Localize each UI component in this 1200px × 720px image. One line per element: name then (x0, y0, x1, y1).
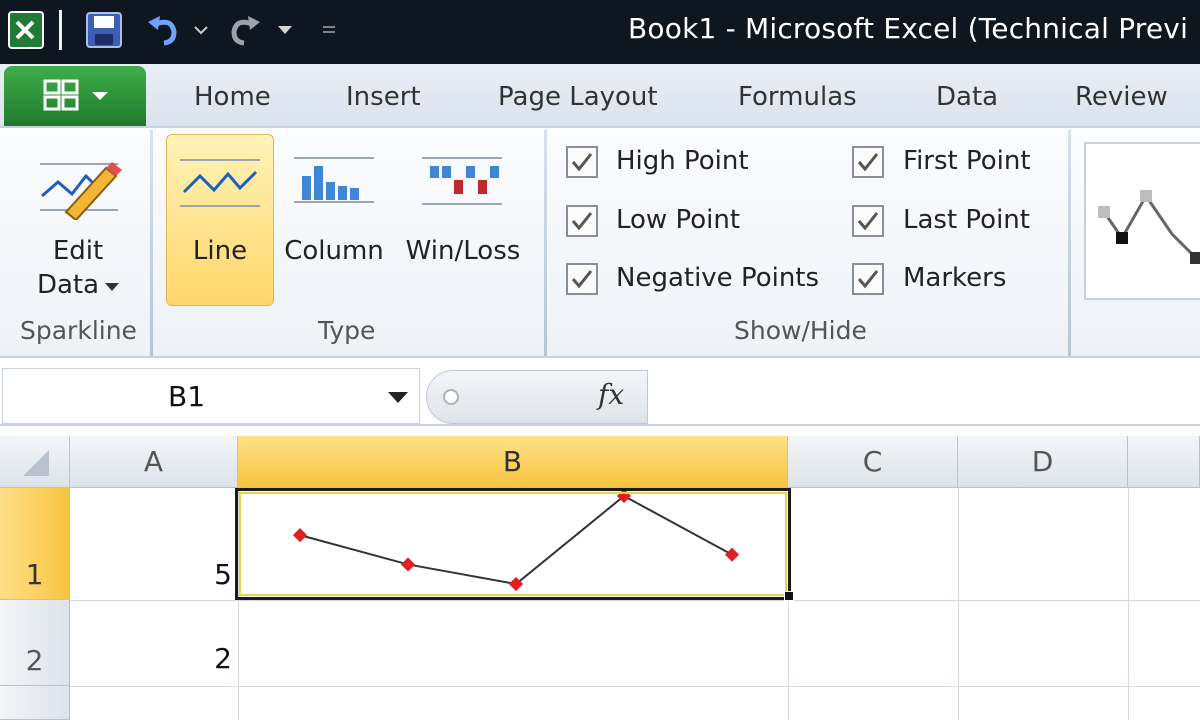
excel-logo-icon[interactable] (6, 8, 46, 52)
column-type-label: Column (284, 236, 384, 266)
customize-icon[interactable] (318, 8, 340, 52)
edit-data-label-2: Data (36, 270, 100, 300)
checkmark-icon (857, 212, 879, 231)
fill-handle[interactable] (784, 591, 794, 601)
row-header-1[interactable]: 1 (0, 488, 70, 600)
last-point-label: Last Point (903, 205, 1030, 235)
negative-points-label: Negative Points (616, 263, 820, 293)
cell-a2[interactable]: 2 (70, 642, 232, 675)
column-header-a[interactable]: A (70, 436, 238, 488)
grid-row-line (70, 600, 1200, 601)
edit-data-label-1: Edit (52, 236, 104, 266)
checkmark-icon (571, 212, 593, 231)
save-icon[interactable] (82, 8, 126, 52)
low-point-label: Low Point (616, 205, 741, 235)
group-separator (1068, 130, 1071, 356)
group-label-type: Type (318, 316, 376, 345)
expand-handle-icon[interactable] (441, 385, 461, 409)
sparkline-style-gallery[interactable] (1084, 142, 1200, 300)
row-header-2[interactable]: 2 (0, 600, 70, 686)
last-point-checkbox[interactable] (852, 205, 884, 237)
undo-icon[interactable] (142, 8, 186, 52)
row-header-3[interactable] (0, 686, 70, 720)
group-separator (150, 130, 153, 356)
undo-dropdown-icon[interactable] (190, 8, 212, 52)
high-point-label: High Point (616, 146, 749, 176)
grid-row-line (70, 686, 1200, 687)
chevron-down-icon (92, 92, 108, 100)
tab-insert[interactable]: Insert (346, 82, 421, 112)
first-point-label: First Point (903, 146, 1031, 176)
winloss-sparkline-icon (422, 157, 502, 205)
column-header-b[interactable]: B (238, 436, 788, 488)
chevron-down-icon (105, 283, 119, 291)
checkmark-icon (857, 153, 879, 172)
winloss-type-label: Win/Loss (405, 236, 521, 266)
group-label-showhide: Show/Hide (734, 316, 867, 345)
negative-points-checkbox[interactable] (566, 263, 598, 295)
grid-column-line (1128, 488, 1129, 720)
line-sparkline-icon (180, 159, 260, 207)
low-point-checkbox[interactable] (566, 205, 598, 237)
group-separator (544, 130, 547, 356)
window-title: Book1 - Microsoft Excel (Technical Previ (628, 12, 1189, 45)
checkmark-icon (571, 153, 593, 172)
tab-home[interactable]: Home (194, 82, 271, 112)
insert-function-button[interactable]: fx (598, 378, 624, 411)
redo-icon[interactable] (222, 8, 266, 52)
tab-formulas[interactable]: Formulas (738, 82, 857, 112)
high-point-checkbox[interactable] (566, 146, 598, 178)
name-box-value: B1 (168, 380, 206, 413)
column-header-e[interactable] (1128, 436, 1200, 488)
cell-b1-selection[interactable] (235, 488, 791, 600)
file-menu-icon (43, 79, 79, 111)
tab-page-layout[interactable]: Page Layout (498, 82, 658, 112)
line-type-label: Line (192, 236, 248, 266)
group-label-sparkline: Sparkline (20, 316, 137, 345)
file-tab-button[interactable] (4, 66, 146, 126)
sparkline-style-preview-icon (1098, 190, 1200, 264)
checkmark-icon (857, 270, 879, 289)
checkmark-icon (571, 270, 593, 289)
select-all-corner[interactable] (0, 436, 70, 488)
select-all-icon (22, 449, 49, 476)
first-point-checkbox[interactable] (852, 146, 884, 178)
markers-label: Markers (903, 263, 1007, 293)
name-box-dropdown-icon[interactable] (388, 392, 408, 403)
tab-review[interactable]: Review (1075, 82, 1168, 112)
column-sparkline-icon (294, 157, 374, 203)
name-box[interactable] (2, 368, 420, 424)
tab-data[interactable]: Data (936, 82, 998, 112)
redo-dropdown-icon[interactable] (272, 8, 298, 52)
cell-a1[interactable]: 5 (70, 558, 232, 591)
column-header-c[interactable]: C (788, 436, 958, 488)
toolbar-separator (56, 8, 64, 52)
edit-data-icon (40, 162, 122, 220)
formula-input[interactable] (652, 372, 1198, 422)
grid-column-line (958, 488, 959, 720)
column-header-d[interactable]: D (958, 436, 1128, 488)
markers-checkbox[interactable] (852, 263, 884, 295)
